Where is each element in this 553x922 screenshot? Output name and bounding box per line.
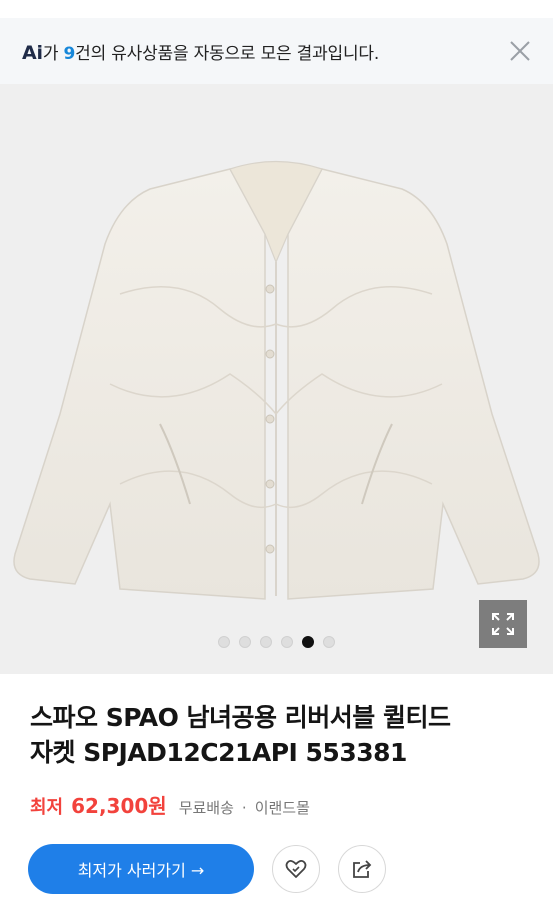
- share-icon: [353, 860, 372, 878]
- ai-banner-prefix: 가: [42, 43, 64, 64]
- close-icon[interactable]: [507, 38, 533, 64]
- carousel-dot[interactable]: [323, 636, 335, 648]
- ai-result-count: 9: [63, 43, 76, 64]
- meta-separator: ·: [241, 799, 247, 817]
- carousel-dot[interactable]: [260, 636, 272, 648]
- expand-icon[interactable]: [479, 600, 527, 648]
- action-bar: 최저가 사러가기 →: [28, 844, 386, 894]
- seller-name: 이랜드몰: [254, 799, 310, 817]
- carousel-dot[interactable]: [218, 636, 230, 648]
- product-title-line2: 자켓 SPJAD12C21API 553381: [30, 738, 407, 767]
- price-label: 최저: [30, 797, 64, 818]
- ai-banner-suffix: 건의 유사상품을 자동으로 모은 결과입니다.: [75, 43, 380, 64]
- product-title[interactable]: 스파오 SPAO 남녀공용 리버서블 퀼티드 자켓 SPJAD12C21API …: [30, 700, 530, 770]
- shipping-info: 무료배송: [178, 799, 234, 817]
- ai-logo: Ai: [22, 41, 43, 64]
- product-title-line1: 스파오 SPAO 남녀공용 리버서블 퀼티드: [30, 703, 451, 732]
- heart-icon: [285, 859, 307, 878]
- carousel-dot[interactable]: [239, 636, 251, 648]
- ai-banner: Ai가 9건의 유사상품을 자동으로 모은 결과입니다.: [0, 18, 553, 84]
- wishlist-button[interactable]: [272, 845, 320, 893]
- price-row: 최저 62,300원 무료배송 · 이랜드몰: [30, 790, 530, 819]
- share-button[interactable]: [338, 845, 386, 893]
- product-image-carousel[interactable]: [0, 84, 553, 674]
- status-area: [0, 0, 553, 18]
- product-info: 스파오 SPAO 남녀공용 리버서블 퀼티드 자켓 SPJAD12C21API …: [30, 700, 530, 819]
- product-image: [13, 160, 540, 600]
- buy-lowest-price-button[interactable]: 최저가 사러가기 →: [28, 844, 254, 894]
- ai-banner-text: Ai가 9건의 유사상품을 자동으로 모은 결과입니다.: [22, 39, 379, 64]
- carousel-dot[interactable]: [281, 636, 293, 648]
- carousel-dot[interactable]: [302, 636, 314, 648]
- carousel-indicators[interactable]: [0, 636, 553, 648]
- price-value: 62,300원: [71, 794, 167, 818]
